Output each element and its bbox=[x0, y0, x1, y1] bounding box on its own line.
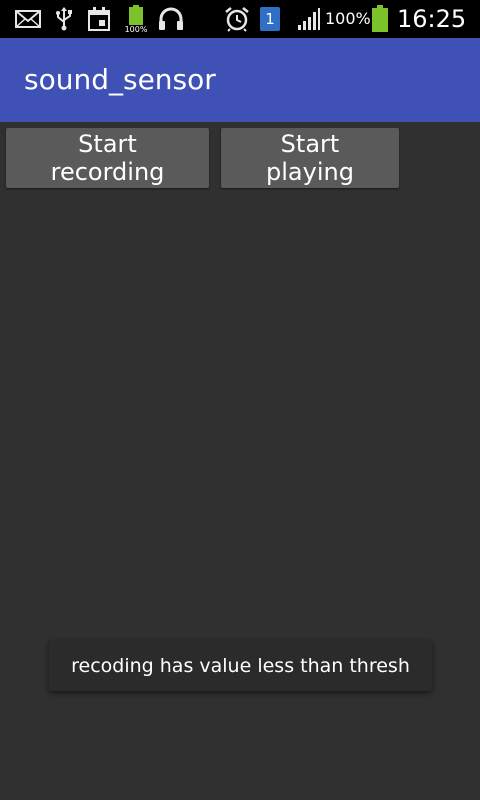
headphones-icon bbox=[156, 6, 186, 32]
notification-badge-icon: 1 bbox=[259, 6, 281, 32]
notification-badge-count: 1 bbox=[260, 7, 280, 31]
alarm-icon bbox=[223, 6, 251, 32]
start-playing-button[interactable]: Start playing bbox=[221, 128, 399, 188]
start-recording-button[interactable]: Start recording bbox=[6, 128, 209, 188]
app-title: sound_sensor bbox=[24, 63, 216, 96]
status-bar: 100% 1 100% 16:25 bbox=[0, 0, 480, 38]
app-bar: sound_sensor bbox=[0, 38, 480, 122]
battery-small-label: 100% bbox=[124, 24, 148, 34]
toast-message: recoding has value less than thresh bbox=[49, 640, 432, 691]
battery-percent: 100% bbox=[325, 9, 371, 28]
battery-icon bbox=[369, 5, 391, 33]
signal-icon bbox=[296, 6, 322, 32]
mail-icon bbox=[14, 6, 42, 32]
clock: 16:25 bbox=[397, 5, 467, 33]
battery-small-icon: 100% bbox=[122, 4, 150, 34]
main-content: Start recording Start playing bbox=[0, 122, 480, 800]
usb-icon bbox=[52, 6, 76, 32]
calendar-icon bbox=[86, 6, 112, 32]
